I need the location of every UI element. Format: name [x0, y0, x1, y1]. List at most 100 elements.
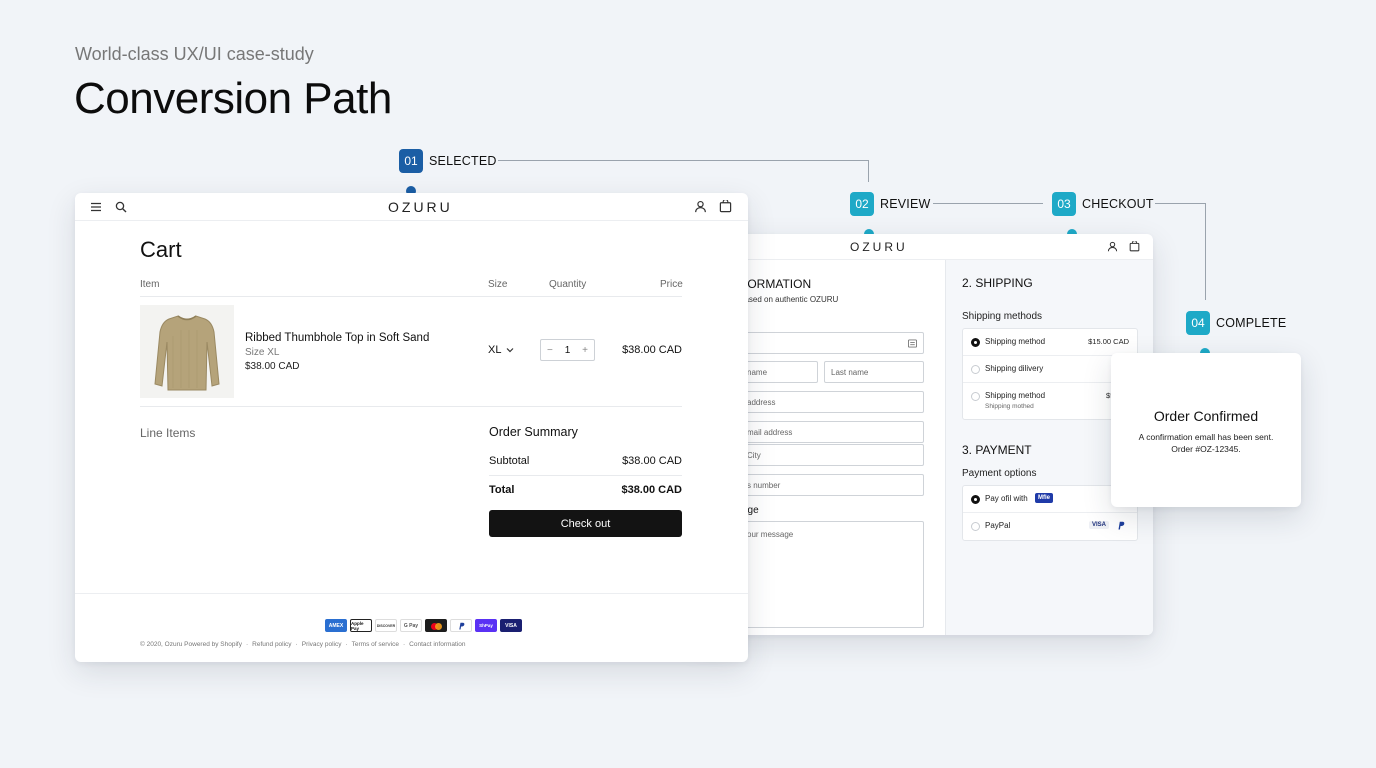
connector-line-1 — [498, 160, 868, 161]
step-number: 04 — [1186, 311, 1210, 335]
account-icon[interactable] — [694, 200, 707, 213]
last-name-field[interactable]: Last name — [824, 361, 924, 383]
separator: · — [295, 641, 298, 648]
email-field[interactable] — [740, 332, 924, 354]
separator: · — [246, 641, 249, 648]
column-header-quantity: Quantity — [549, 279, 587, 290]
separator: · — [345, 641, 348, 648]
payment-options-label: Payment options — [962, 468, 1037, 479]
shipping-methods-label: Shipping methods — [962, 311, 1043, 322]
email-address-field[interactable]: mail address — [740, 421, 924, 443]
order-confirmed-card: Order Confirmed A confirmation emall has… — [1111, 353, 1301, 507]
paypal-glyph — [458, 622, 464, 629]
step-number: 02 — [850, 192, 874, 216]
menu-icon[interactable] — [90, 201, 102, 213]
phone-field[interactable]: s number — [740, 474, 924, 496]
increase-button[interactable]: + — [582, 345, 588, 356]
confirmation-line-1: A confirmation emall has been sent. — [1138, 432, 1274, 442]
copyright-text: © 2020, Ozuru Powered by Shopify — [140, 641, 242, 648]
cart-title: Cart — [140, 237, 182, 262]
payment-option[interactable]: PayPal VISA — [963, 513, 1137, 540]
google-pay-icon: G Pay — [400, 619, 422, 632]
first-name-field[interactable]: name — [740, 361, 818, 383]
radio-unselected[interactable] — [971, 365, 980, 374]
radio-selected[interactable] — [971, 495, 980, 504]
privacy-policy-link[interactable]: Privacy policy — [302, 641, 342, 648]
store-header: OZURU — [75, 193, 748, 221]
option-label: Shipping method — [985, 337, 1046, 346]
option-sub-label: Shipping mothed — [985, 403, 1034, 410]
brand-logo[interactable]: OZURU — [388, 199, 453, 215]
refund-policy-link[interactable]: Refund policy — [252, 641, 291, 648]
radio-unselected[interactable] — [971, 392, 980, 401]
mastercard-circle-orange — [435, 623, 442, 630]
quantity-stepper[interactable]: − 1 + — [540, 339, 595, 361]
product-price: $38.00 CAD — [245, 361, 300, 372]
confirmation-title: Order Confirmed — [1153, 408, 1259, 424]
visa-icon: VISA — [1088, 521, 1109, 529]
terms-of-service-link[interactable]: Terms of service — [352, 641, 399, 648]
review-window: OZURU FORMATION based on authentic OZURU… — [690, 234, 1153, 635]
option-label: PayPal — [985, 521, 1011, 530]
shop-pay-label: ShPay — [479, 623, 493, 628]
option-label: Shipping dilivery — [985, 364, 1044, 373]
brand-logo: OZURU — [850, 240, 908, 254]
decrease-button[interactable]: − — [547, 345, 553, 356]
review-header: OZURU — [690, 234, 1153, 260]
line-price: $38.00 CAD — [622, 344, 682, 356]
radio-selected[interactable] — [971, 338, 980, 347]
paypal-icon — [1118, 521, 1125, 530]
option-price: $15.00 CAD — [1088, 337, 1129, 346]
connector-line-2 — [933, 203, 1043, 204]
shipping-option[interactable]: Shipping method $15.00 CAD — [963, 329, 1137, 356]
chevron-down-icon — [507, 348, 514, 353]
confirmation-message: A confirmation emall has been sent. Orde… — [1111, 431, 1301, 455]
quantity-value[interactable]: 1 — [565, 345, 571, 356]
information-subtext: based on authentic OZURU — [740, 295, 839, 304]
divider — [140, 406, 682, 407]
column-header-item: Item — [140, 279, 160, 290]
contact-card-icon — [908, 339, 917, 348]
city-field[interactable]: City — [740, 444, 924, 466]
checkout-button[interactable]: Check out — [489, 510, 682, 537]
option-label: Shipping method — [985, 391, 1046, 400]
product-image[interactable] — [140, 305, 234, 398]
connector-line-3 — [1155, 203, 1205, 204]
subtotal-label: Subtotal — [489, 455, 530, 467]
connector-line-1-drop — [868, 160, 869, 182]
page-title: Conversion Path — [74, 74, 392, 123]
cart-window: OZURU Cart Item Size Quantity Price Ribb… — [75, 193, 748, 662]
step-label: CHECKOUT — [1082, 197, 1154, 211]
step-label: REVIEW — [880, 197, 931, 211]
column-header-size: Size — [488, 279, 508, 290]
discover-icon: DISCOVER — [375, 619, 397, 632]
step-checkout: 03 CHECKOUT — [1052, 192, 1154, 216]
step-complete: 04 COMPLETE — [1186, 311, 1286, 335]
amex-icon: AMEX — [325, 619, 347, 632]
divider — [140, 296, 682, 297]
address-field[interactable]: address — [740, 391, 924, 413]
sweater-image — [154, 314, 220, 390]
visa-icon: VISA — [500, 619, 522, 632]
order-summary-title: Order Summary — [489, 425, 578, 439]
message-textarea[interactable]: our message — [740, 521, 924, 628]
line-items-label: Line Items — [140, 426, 196, 440]
confirmation-order-number: Order #OZ-12345. — [1171, 444, 1241, 454]
step-review: 02 REVIEW — [850, 192, 931, 216]
connector-line-3-drop — [1205, 203, 1206, 300]
contact-information-link[interactable]: Contact information — [409, 641, 465, 648]
step-label: COMPLETE — [1216, 316, 1287, 330]
search-icon[interactable] — [115, 201, 127, 213]
size-select[interactable]: XL — [488, 344, 514, 356]
case-study-subtitle: World-class UX/UI case-study — [75, 44, 314, 64]
cart-icon[interactable] — [719, 200, 732, 213]
radio-unselected[interactable] — [971, 522, 980, 531]
column-header-price: Price — [660, 279, 683, 290]
payment-badge: Mfle — [1035, 493, 1053, 503]
apple-pay-icon: Apple Pay — [350, 619, 372, 632]
option-label: Pay ofil with — [985, 494, 1028, 503]
cart-icon[interactable] — [1129, 241, 1140, 252]
footer-divider — [75, 593, 748, 594]
product-name[interactable]: Ribbed Thumbhole Top in Soft Sand — [245, 332, 429, 344]
account-icon[interactable] — [1107, 241, 1118, 252]
